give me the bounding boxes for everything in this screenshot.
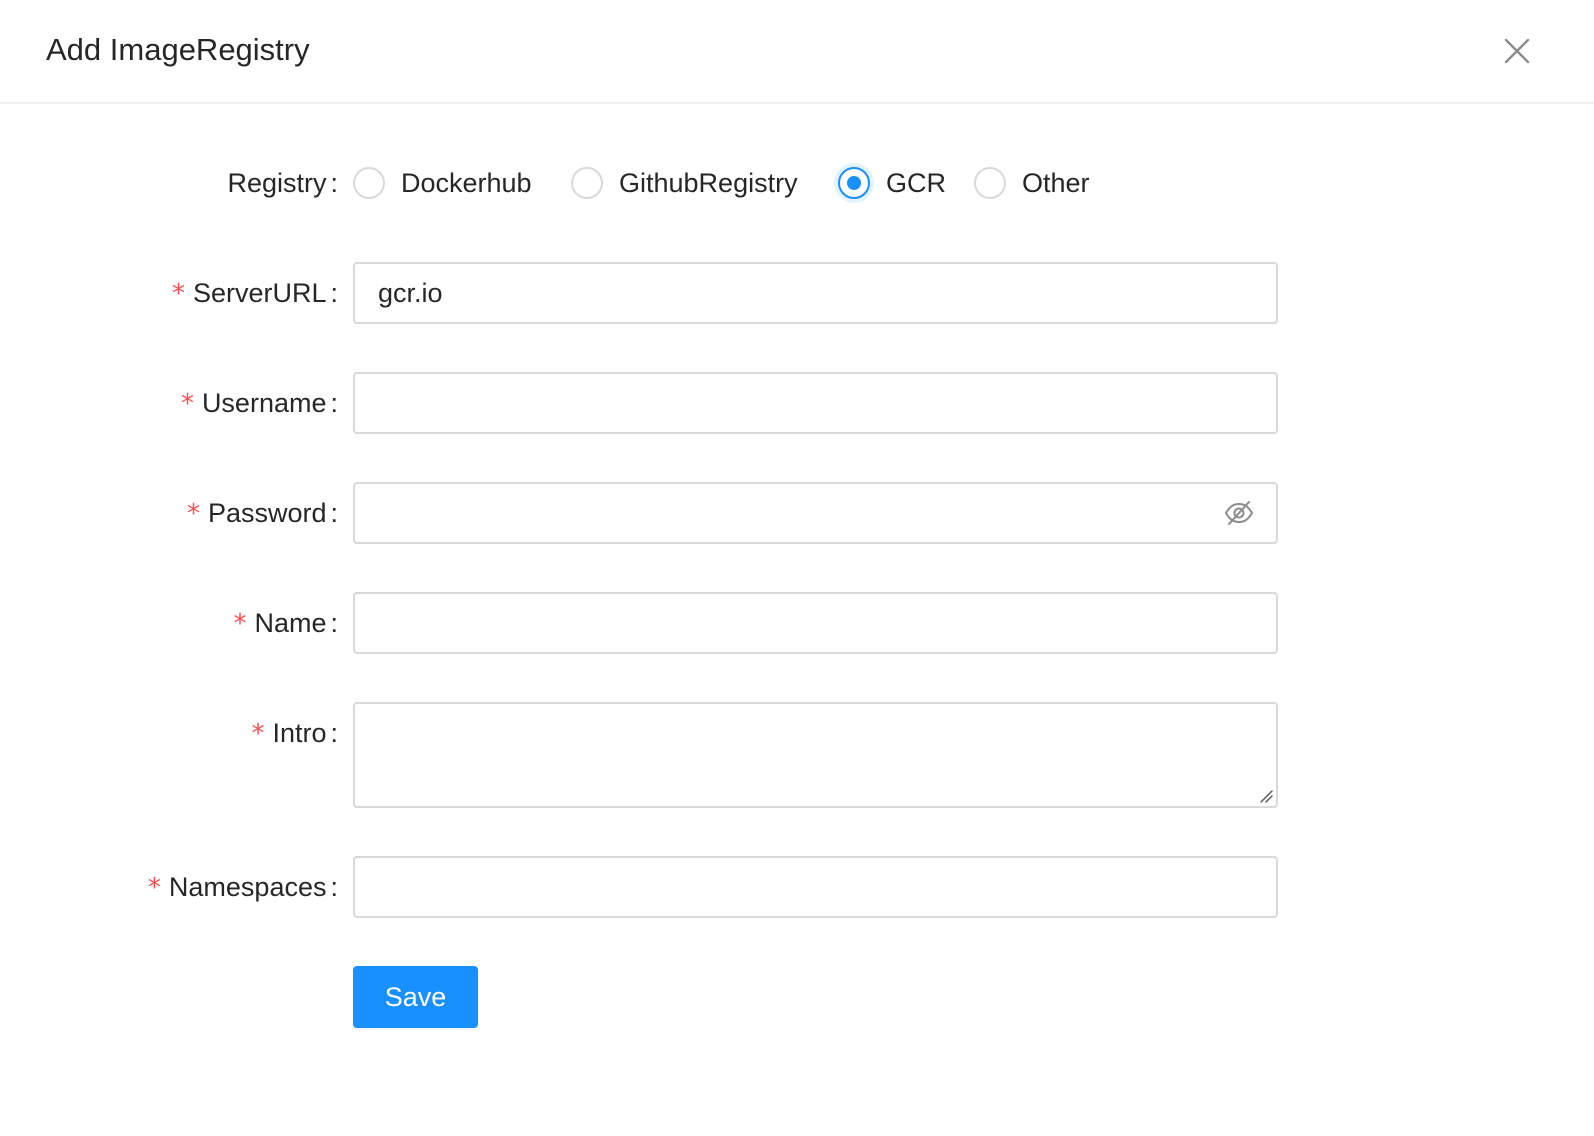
username-form-item: * Username: [0, 372, 1594, 434]
close-icon [1504, 38, 1530, 64]
modal-header: Add ImageRegistry [0, 0, 1594, 104]
required-mark: * [171, 279, 185, 309]
required-mark: * [147, 873, 161, 903]
registry-form-item: Registry: Dockerhub GithubRegistry GCR O… [0, 165, 1594, 201]
serverurl-input[interactable]: gcr.io [353, 262, 1278, 324]
required-mark: * [180, 389, 194, 419]
username-label: * Username: [180, 388, 338, 419]
registry-label: Registry: [227, 168, 338, 198]
close-button[interactable] [1496, 30, 1538, 72]
intro-form-item: * Intro: [0, 702, 1594, 808]
username-input[interactable] [353, 372, 1278, 434]
password-input[interactable] [353, 482, 1278, 544]
radio-label-gcr: GCR [886, 168, 946, 198]
radio-other[interactable]: Other [974, 165, 1090, 201]
radio-circle-githubregistry[interactable] [571, 167, 603, 199]
eye-invisible-icon[interactable] [1224, 499, 1254, 527]
radio-circle-dockerhub[interactable] [353, 167, 385, 199]
radio-label-dockerhub: Dockerhub [401, 168, 532, 198]
required-mark: * [186, 499, 200, 529]
save-button[interactable]: Save [353, 966, 478, 1028]
radio-gcr[interactable]: GCR [838, 165, 946, 201]
serverurl-form-item: * ServerURL: gcr.io [0, 262, 1594, 324]
radio-githubregistry[interactable]: GithubRegistry [571, 165, 798, 201]
modal-title: Add ImageRegistry [46, 32, 310, 67]
name-input[interactable] [353, 592, 1278, 654]
add-image-registry-modal: Add ImageRegistry Registry: Dockerhub Gi… [0, 0, 1594, 1136]
radio-label-githubregistry: GithubRegistry [619, 168, 798, 198]
required-mark: * [233, 609, 247, 639]
namespaces-form-item: * Namespaces: [0, 856, 1594, 918]
serverurl-label: * ServerURL: [171, 278, 338, 309]
password-form-item: * Password: [0, 482, 1594, 544]
intro-textarea[interactable] [353, 702, 1278, 808]
radio-label-other: Other [1022, 168, 1090, 198]
radio-circle-other[interactable] [974, 167, 1006, 199]
name-form-item: * Name: [0, 592, 1594, 654]
resize-handle-icon[interactable] [1259, 789, 1273, 803]
radio-circle-gcr[interactable] [838, 167, 870, 199]
name-label: * Name: [233, 608, 338, 639]
namespaces-label: * Namespaces: [147, 872, 338, 903]
required-mark: * [251, 719, 265, 749]
namespaces-input[interactable] [353, 856, 1278, 918]
radio-dockerhub[interactable]: Dockerhub [353, 165, 532, 201]
intro-label: * Intro: [251, 718, 338, 749]
password-label: * Password: [186, 498, 338, 529]
